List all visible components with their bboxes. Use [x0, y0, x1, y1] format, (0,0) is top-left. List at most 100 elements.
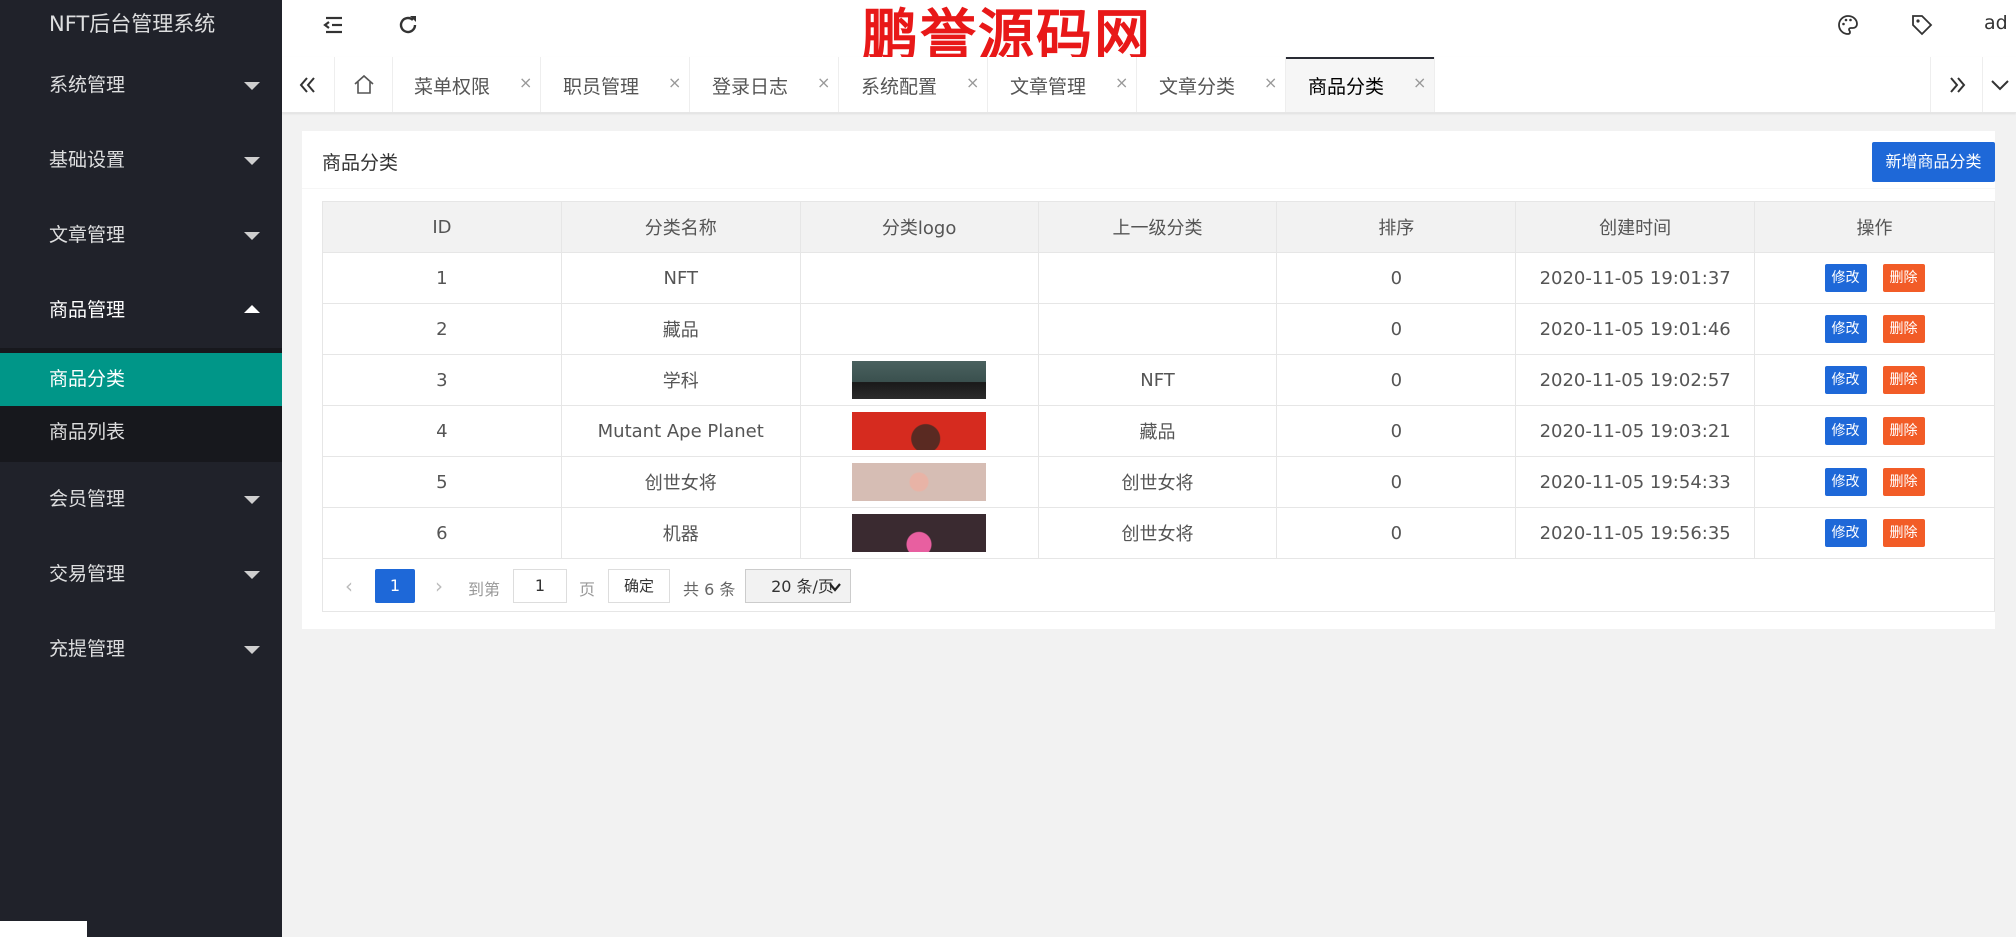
- next-page-icon[interactable]: ›: [427, 569, 451, 603]
- cell-actions: 修改 删除: [1754, 405, 1995, 457]
- edit-button[interactable]: 修改: [1824, 264, 1867, 292]
- tabs-scroll-left-icon[interactable]: [282, 57, 334, 112]
- caret-down-icon: [244, 82, 260, 90]
- cell-parent: [1037, 303, 1278, 355]
- pagination-row: ‹ 1 › 到第 1 页 确定 共 6 条 20 条/页: [322, 558, 1995, 612]
- cell-name: 藏品: [560, 303, 801, 355]
- category-table: ID 分类名称 分类logo 上一级分类 排序 创建时间 操作 1 NFT 0 …: [322, 201, 1995, 612]
- tab-label: 系统配置: [861, 76, 938, 98]
- category-logo-image: [852, 463, 987, 501]
- sidebar-item-articles[interactable]: 文章管理: [0, 198, 282, 273]
- goto-page-input[interactable]: 1: [513, 569, 567, 603]
- home-icon: [353, 74, 374, 94]
- tab-system-config[interactable]: 系统配置 ×: [839, 57, 988, 112]
- table-row: 5 创世女将 创世女将 0 2020-11-05 19:54:33 修改 删除: [322, 456, 1995, 508]
- edit-button[interactable]: 修改: [1824, 417, 1867, 445]
- sidebar-item-product-categories[interactable]: 商品分类: [0, 353, 282, 406]
- page-unit-label: 页: [579, 580, 596, 599]
- sidebar-item-deposit-withdraw[interactable]: 充提管理: [0, 612, 282, 687]
- cell-created: 2020-11-05 19:01:46: [1515, 303, 1756, 355]
- tab-login-log[interactable]: 登录日志 ×: [690, 57, 839, 112]
- tab-staff[interactable]: 职员管理 ×: [541, 57, 690, 112]
- tabs-bar: 菜单权限 × 职员管理 × 登录日志 × 系统配置 × 文章管理 × 文章分类 …: [282, 57, 2016, 113]
- edit-button[interactable]: 修改: [1824, 366, 1867, 394]
- column-header-name: 分类名称: [560, 201, 801, 253]
- cell-logo: [799, 456, 1039, 508]
- delete-button[interactable]: 删除: [1882, 264, 1925, 292]
- tab-label: 文章分类: [1159, 76, 1236, 98]
- sidebar-item-system[interactable]: 系统管理: [0, 48, 282, 123]
- chevron-down-icon: [829, 583, 841, 592]
- cell-sort: 0: [1276, 405, 1517, 457]
- top-header: 鹏誉源码网 ad: [282, 0, 2016, 68]
- goto-confirm-button[interactable]: 确定: [608, 569, 670, 603]
- tabs-menu-chevron-down-icon[interactable]: [1982, 57, 2016, 112]
- close-icon[interactable]: ×: [966, 73, 979, 92]
- sidebar-item-label: 充提管理: [49, 638, 126, 660]
- delete-button[interactable]: 删除: [1882, 468, 1925, 496]
- prev-page-icon[interactable]: ‹: [337, 569, 361, 603]
- sidebar: NFT后台管理系统 系统管理 基础设置 文章管理 商品管理 商品分类 商品列表 …: [0, 0, 282, 937]
- cell-logo: [799, 303, 1039, 355]
- bottom-strip: [0, 921, 87, 937]
- content-card: 商品分类 新增商品分类 ID 分类名称 分类logo 上一级分类 排序 创建时间…: [302, 131, 1995, 629]
- sidebar-item-label: 会员管理: [49, 488, 126, 510]
- sidebar-item-label: 交易管理: [49, 563, 126, 585]
- cell-created: 2020-11-05 19:03:21: [1515, 405, 1756, 457]
- table-row: 1 NFT 0 2020-11-05 19:01:37 修改 删除: [322, 252, 1995, 304]
- close-icon[interactable]: ×: [1264, 73, 1277, 92]
- collapse-menu-icon[interactable]: [320, 12, 346, 38]
- sidebar-item-basic-settings[interactable]: 基础设置: [0, 123, 282, 198]
- caret-down-icon: [244, 157, 260, 165]
- edit-button[interactable]: 修改: [1824, 315, 1867, 343]
- close-icon[interactable]: ×: [668, 73, 681, 92]
- delete-button[interactable]: 删除: [1882, 417, 1925, 445]
- delete-button[interactable]: 删除: [1882, 315, 1925, 343]
- page-size-select[interactable]: 20 条/页: [745, 569, 851, 603]
- cell-sort: 0: [1276, 252, 1517, 304]
- sidebar-item-members[interactable]: 会员管理: [0, 462, 282, 537]
- close-icon[interactable]: ×: [817, 73, 830, 92]
- close-icon[interactable]: ×: [1413, 73, 1426, 92]
- cell-actions: 修改 删除: [1754, 354, 1995, 406]
- current-page-button[interactable]: 1: [375, 569, 415, 603]
- page-title: 商品分类: [322, 152, 399, 174]
- pagination: ‹ 1 › 到第 1 页 确定 共 6 条 20 条/页: [323, 559, 1994, 611]
- page-size-value: 20 条/页: [771, 577, 834, 596]
- table-row: 3 学科 NFT 0 2020-11-05 19:02:57 修改 删除: [322, 354, 1995, 406]
- delete-button[interactable]: 删除: [1882, 519, 1925, 547]
- tag-icon[interactable]: [1909, 12, 1935, 38]
- sidebar-item-label: 基础设置: [49, 149, 126, 171]
- tab-article-categories[interactable]: 文章分类 ×: [1137, 57, 1286, 112]
- goto-label: 到第: [468, 580, 501, 599]
- tab-product-categories[interactable]: 商品分类 ×: [1286, 57, 1435, 112]
- tab-menu-permissions[interactable]: 菜单权限 ×: [392, 57, 541, 112]
- sidebar-item-products[interactable]: 商品管理: [0, 273, 282, 348]
- delete-button[interactable]: 删除: [1882, 366, 1925, 394]
- cell-created: 2020-11-05 19:54:33: [1515, 456, 1756, 508]
- caret-down-icon: [244, 232, 260, 240]
- sidebar-item-label: 商品管理: [49, 299, 126, 321]
- cell-actions: 修改 删除: [1754, 303, 1995, 355]
- cell-id: 6: [322, 507, 562, 559]
- edit-button[interactable]: 修改: [1824, 468, 1867, 496]
- theme-palette-icon[interactable]: [1835, 12, 1861, 38]
- tab-articles[interactable]: 文章管理 ×: [988, 57, 1137, 112]
- add-category-button[interactable]: 新增商品分类: [1872, 142, 1995, 182]
- user-menu[interactable]: ad: [1984, 12, 2008, 34]
- sidebar-item-product-list[interactable]: 商品列表: [0, 406, 282, 459]
- tab-home[interactable]: [334, 57, 393, 112]
- tabs-scroll-right-icon[interactable]: [1930, 57, 1983, 112]
- card-header: 商品分类 新增商品分类: [302, 131, 1995, 189]
- close-icon[interactable]: ×: [1115, 73, 1128, 92]
- tab-label: 商品分类: [1308, 76, 1385, 98]
- refresh-icon[interactable]: [395, 12, 421, 38]
- close-icon[interactable]: ×: [519, 73, 532, 92]
- edit-button[interactable]: 修改: [1824, 519, 1867, 547]
- tab-label: 登录日志: [712, 76, 789, 98]
- sidebar-item-trades[interactable]: 交易管理: [0, 537, 282, 612]
- category-logo-image: [852, 361, 987, 399]
- caret-down-icon: [244, 571, 260, 579]
- caret-down-icon: [244, 646, 260, 654]
- cell-id: 5: [322, 456, 562, 508]
